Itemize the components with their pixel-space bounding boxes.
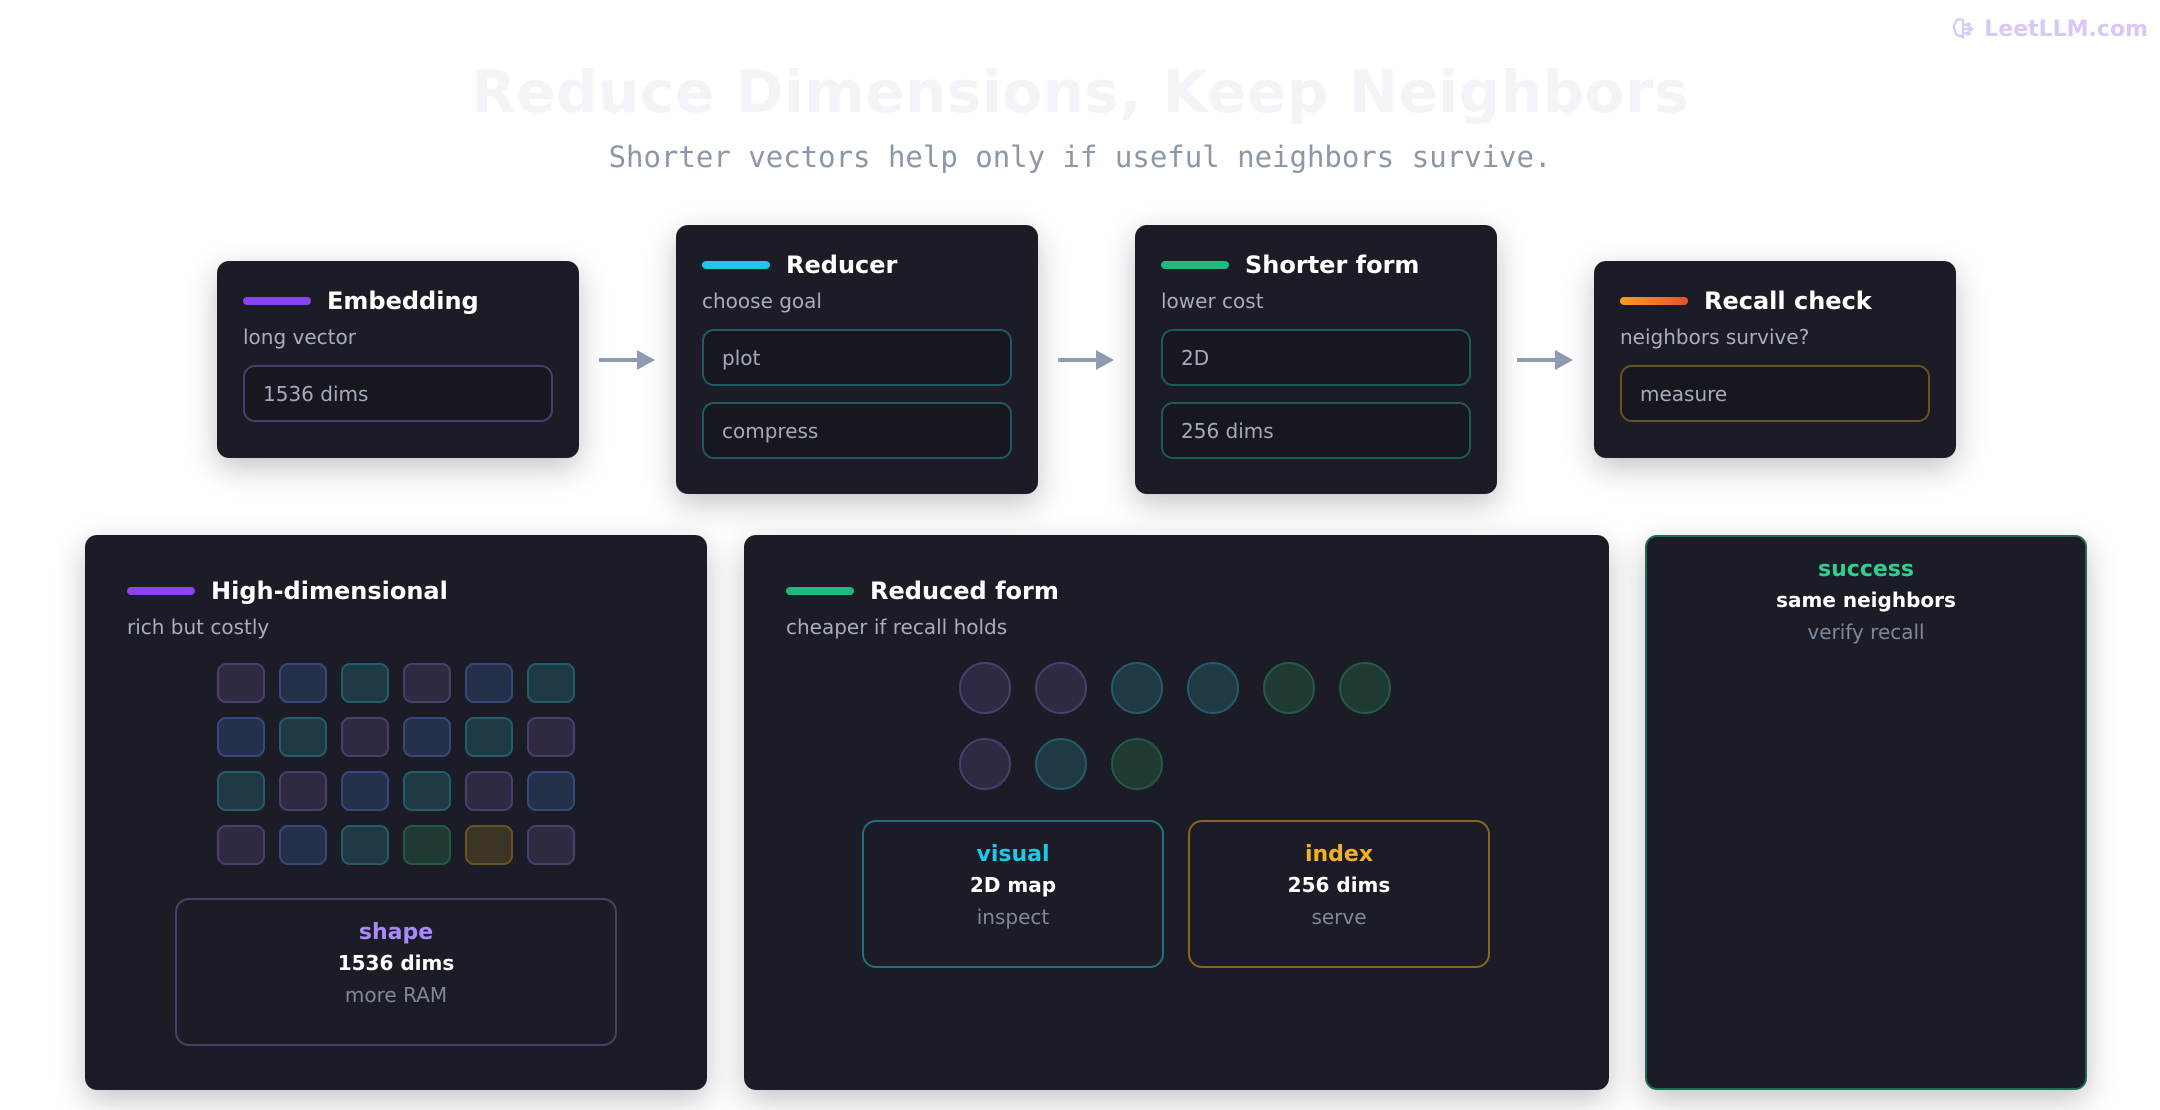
result-panel: success same neighbors verify recall [1645, 535, 2087, 1090]
reduced-points [959, 662, 1391, 790]
vector-grid [217, 663, 575, 865]
point [1111, 738, 1163, 790]
vector-cell [279, 663, 327, 703]
step-title: Reducer [786, 251, 898, 279]
box-label: visual [976, 842, 1050, 867]
panel-title: Reduced form [870, 577, 1059, 605]
vector-cell [527, 717, 575, 757]
vector-cell [403, 825, 451, 865]
step-title: Recall check [1704, 287, 1872, 315]
vector-cell [465, 771, 513, 811]
vector-cell [527, 825, 575, 865]
vector-cell [217, 771, 265, 811]
vector-cell [341, 825, 389, 865]
point [1035, 662, 1087, 714]
reduced-form-panel: Reduced form cheaper if recall holds vis… [744, 535, 1609, 1090]
accent-bar [243, 297, 311, 305]
vector-cell [279, 717, 327, 757]
accent-bar [1161, 261, 1229, 269]
vector-cell [403, 663, 451, 703]
point [1035, 738, 1087, 790]
box-value: 256 dims [1287, 873, 1391, 897]
step-subtitle: choose goal [702, 289, 822, 313]
step-subtitle: neighbors survive? [1620, 325, 1810, 349]
box-label: index [1304, 842, 1374, 867]
shape-box: shape 1536 dims more RAM [175, 898, 617, 1046]
box-note: inspect [976, 905, 1050, 929]
step-embedding: Embedding long vector 1536 dims [217, 261, 579, 458]
vector-cell [279, 825, 327, 865]
point [959, 738, 1011, 790]
page-title: Reduce Dimensions, Keep Neighbors [471, 58, 1689, 126]
step-pill: 256 dims [1161, 402, 1471, 459]
arrow-icon [1058, 350, 1114, 370]
step-pill: 1536 dims [243, 365, 553, 422]
vector-cell [217, 717, 265, 757]
panel-subtitle: cheaper if recall holds [786, 615, 1008, 639]
panel-title: High-dimensional [211, 577, 448, 605]
box-label: shape [358, 920, 434, 945]
point [1187, 662, 1239, 714]
box-note: more RAM [344, 983, 448, 1007]
accent-bar [786, 587, 854, 595]
vector-cell [217, 663, 265, 703]
brain-icon [1952, 18, 1974, 39]
accent-bar [127, 587, 195, 595]
result-label: success [1818, 557, 1914, 582]
vector-cell [403, 771, 451, 811]
vector-cell [279, 771, 327, 811]
arrow-icon [1517, 350, 1573, 370]
visual-box: visual 2D map inspect [862, 820, 1164, 968]
vector-cell [527, 771, 575, 811]
vector-cell [403, 717, 451, 757]
vector-cell [217, 825, 265, 865]
step-subtitle: long vector [243, 325, 356, 349]
accent-bar [702, 261, 770, 269]
step-reducer: Reducer choose goal plot compress [676, 225, 1038, 494]
high-dimensional-panel: High-dimensional rich but costly shape 1… [85, 535, 707, 1090]
box-value: 2D map [969, 873, 1057, 897]
step-shorter-form: Shorter form lower cost 2D 256 dims [1135, 225, 1497, 494]
step-pill: compress [702, 402, 1012, 459]
box-note: serve [1311, 905, 1367, 929]
brand-name[interactable]: LeetLLM.com [1984, 17, 2148, 42]
step-pill: plot [702, 329, 1012, 386]
vector-cell [465, 663, 513, 703]
step-pill: 2D [1161, 329, 1471, 386]
step-recall-check: Recall check neighbors survive? measure [1594, 261, 1956, 458]
step-subtitle: lower cost [1161, 289, 1264, 313]
vector-cell [341, 771, 389, 811]
vector-cell [527, 663, 575, 703]
result-value: same neighbors [1776, 588, 1956, 612]
step-title: Shorter form [1245, 251, 1420, 279]
box-value: 1536 dims [337, 951, 455, 975]
accent-bar [1620, 297, 1688, 305]
vector-cell [465, 717, 513, 757]
point [1111, 662, 1163, 714]
panel-subtitle: rich but costly [127, 615, 270, 639]
point [1339, 662, 1391, 714]
vector-cell [341, 717, 389, 757]
brand-logo: LeetLLM.com [1950, 16, 2148, 42]
point [1263, 662, 1315, 714]
vector-cell [465, 825, 513, 865]
step-pill: measure [1620, 365, 1930, 422]
result-note: verify recall [1807, 620, 1925, 644]
page-subtitle: Shorter vectors help only if useful neig… [608, 140, 1552, 174]
point [959, 662, 1011, 714]
arrow-icon [599, 350, 655, 370]
step-title: Embedding [327, 287, 479, 315]
index-box: index 256 dims serve [1188, 820, 1490, 968]
vector-cell [341, 663, 389, 703]
